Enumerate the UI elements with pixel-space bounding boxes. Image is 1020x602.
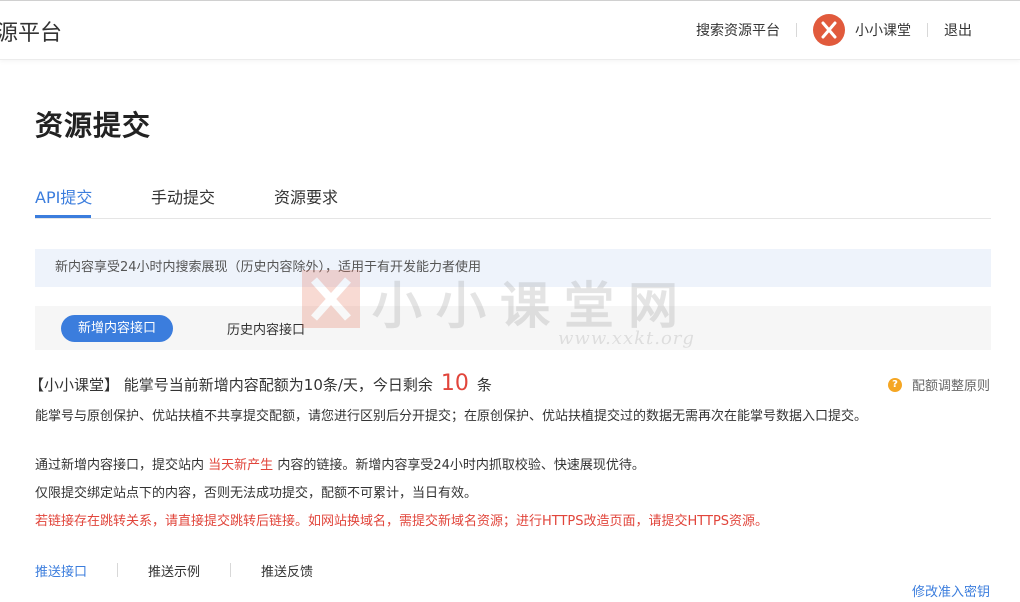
push-interface-link[interactable]: 推送接口: [35, 561, 87, 580]
desc-line-2-highlight: 当天新产生: [208, 458, 274, 473]
quota-summary: 【小小课堂】 能掌号当前新增内容配额为10条/天，今日剩余 10 条: [29, 371, 492, 396]
desc-line-3: 仅限提交绑定站点下的内容，否则无法成功提交，配额不可累计，当日有效。: [35, 486, 478, 501]
subtab-new-content[interactable]: 新增内容接口: [61, 315, 173, 342]
avatar[interactable]: [813, 14, 845, 46]
interface-subtabs: 新增内容接口 历史内容接口: [35, 306, 991, 350]
top-navbar: 源平台 搜索资源平台 小小课堂 退出: [0, 0, 1020, 60]
desc-line-2-end: 内容的链接。新增内容享受24小时内抓取校验、快速展现优待。: [277, 458, 645, 473]
tab-resource-requirements[interactable]: 资源要求: [274, 184, 338, 208]
divider: [927, 23, 928, 37]
quota-rules-link[interactable]: ? 配额调整原则: [887, 375, 990, 394]
tab-bar: API提交 手动提交 资源要求: [35, 170, 991, 219]
quota-prefix: 【小小课堂】 能掌号当前新增内容配额为10条/天，今日剩余: [29, 376, 433, 394]
username[interactable]: 小小课堂: [855, 20, 911, 40]
desc-line-2: 通过新增内容接口，提交站内 当天新产生 内容的链接。新增内容享受24小时内抓取校…: [35, 454, 645, 473]
tab-manual-submit[interactable]: 手动提交: [151, 184, 215, 208]
divider: [117, 563, 119, 577]
push-links-bar: 推送接口 推送示例 推送反馈: [35, 561, 313, 580]
tab-api-submit[interactable]: API提交: [35, 184, 92, 208]
subtab-history-content[interactable]: 历史内容接口: [227, 319, 305, 338]
push-feedback-link[interactable]: 推送反馈: [261, 561, 313, 580]
push-example-link[interactable]: 推送示例: [148, 561, 200, 580]
notice-banner: 新内容享受24小时内搜索展现（历史内容除外），适用于有开发能力者使用: [35, 249, 991, 287]
desc-line-1: 能掌号与原创保护、优站扶植不共享提交配额，请您进行区别后分开提交；在原创保护、优…: [35, 409, 868, 424]
quota-rules-label: 配额调整原则: [911, 379, 990, 394]
quota-remaining: 10: [440, 371, 469, 396]
active-tab-indicator: [35, 215, 91, 218]
user-x-icon: [821, 21, 837, 39]
divider: [230, 563, 232, 577]
search-platform-link[interactable]: 搜索资源平台: [696, 20, 780, 40]
desc-warning: 若链接存在跳转关系，请直接提交跳转后链接。如网站换域名，需提交新域名资源；进行H…: [35, 514, 769, 529]
modify-key-link[interactable]: 修改准入密钥: [912, 581, 990, 600]
page-title: 资源提交: [35, 109, 152, 142]
desc-line-2-start: 通过新增内容接口，提交站内: [35, 458, 205, 473]
top-right-nav: 搜索资源平台 小小课堂 退出: [696, 11, 1020, 49]
divider: [796, 23, 797, 37]
quota-suffix: 条: [476, 376, 492, 394]
question-icon: ?: [887, 377, 902, 392]
logout-link[interactable]: 退出: [944, 20, 972, 40]
platform-brand[interactable]: 源平台: [0, 15, 62, 47]
